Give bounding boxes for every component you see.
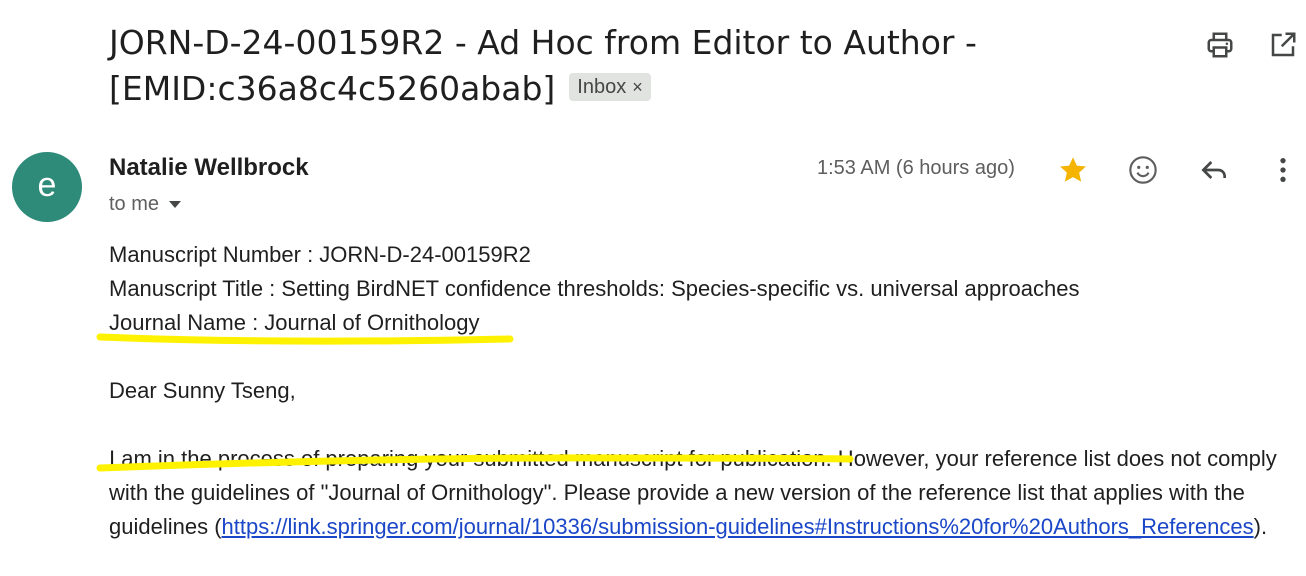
journal-name: Journal Name : Journal of Ornithology <box>109 310 480 335</box>
inbox-label-text: Inbox <box>577 75 627 98</box>
submission-guidelines-link[interactable]: https://link.springer.com/journal/10336/… <box>222 514 1254 539</box>
remove-label-icon[interactable]: × <box>632 73 643 101</box>
email-view: JORN-D-24-00159R2 - Ad Hoc from Editor t… <box>0 0 1306 576</box>
manuscript-title: Manuscript Title : Setting BirdNET confi… <box>109 276 1080 301</box>
recipient-details-toggle[interactable]: to me <box>109 193 182 216</box>
recipient-label: to me <box>109 193 160 215</box>
subject-line-2: [EMID:c36a8c4c5260abab] Inbox × <box>109 66 1109 112</box>
greeting: Dear Sunny Tseng, <box>109 378 296 403</box>
subject-line-1: JORN-D-24-00159R2 - Ad Hoc from Editor t… <box>109 23 977 62</box>
email-subject: JORN-D-24-00159R2 - Ad Hoc from Editor t… <box>109 20 1109 112</box>
reply-icon[interactable] <box>1198 154 1230 186</box>
star-icon[interactable] <box>1057 154 1089 186</box>
paragraph-closing: ). <box>1253 514 1268 539</box>
subject-emid: [EMID:c36a8c4c5260abab] <box>109 69 556 108</box>
message-timestamp: 1:53 AM (6 hours ago) <box>817 157 1015 179</box>
emoji-reaction-icon[interactable] <box>1127 154 1159 186</box>
message-body: Manuscript Number : JORN-D-24-00159R2 Ma… <box>109 238 1294 544</box>
more-options-icon[interactable] <box>1267 154 1299 186</box>
sender-name[interactable]: Natalie Wellbrock <box>109 154 309 182</box>
avatar-letter: e <box>37 166 57 204</box>
inbox-label-chip[interactable]: Inbox × <box>569 72 651 101</box>
request-paragraph: I am in the process of preparing your su… <box>109 442 1294 544</box>
open-in-new-window-icon[interactable] <box>1268 30 1298 60</box>
chevron-down-icon[interactable] <box>169 201 182 209</box>
print-icon[interactable] <box>1205 30 1235 60</box>
sender-avatar[interactable]: e <box>12 152 82 222</box>
manuscript-number: Manuscript Number : JORN-D-24-00159R2 <box>109 242 531 267</box>
